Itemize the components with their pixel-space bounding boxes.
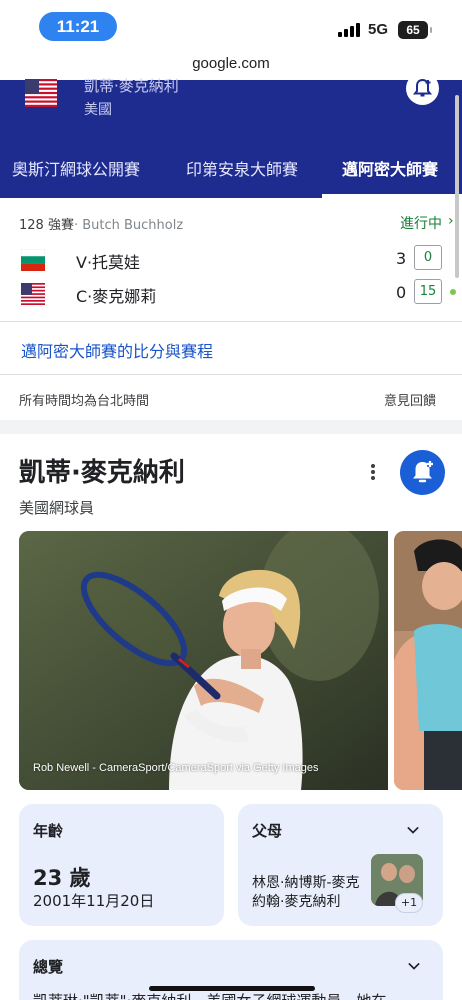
more-parents-badge[interactable]: +1 (395, 893, 423, 913)
status-bar: 11:21 5G 65 (0, 0, 462, 50)
age-value: 23 歲 (33, 866, 91, 890)
player-sets: 0 (396, 283, 407, 302)
tab-austin-open[interactable]: 奧斯汀網球公開賽 (12, 142, 140, 198)
entity-subtitle: 美國網球員 (19, 499, 95, 517)
player-photo[interactable] (394, 531, 462, 790)
tab-indian-wells[interactable]: 印第安泉大師賽 (186, 142, 298, 198)
url-bar[interactable]: google.com (0, 50, 462, 80)
page-title: 凱蒂·麥克納利 (19, 458, 185, 488)
banner-player-country: 美國 (84, 102, 112, 118)
follow-bell-button[interactable] (400, 450, 445, 495)
serving-indicator (450, 289, 456, 295)
player-game-score: 15 (414, 279, 442, 304)
cellular-signal-icon (338, 23, 362, 37)
parents-card[interactable]: 父母 林恩·納博斯-麥克 約翰·麥克納利 +1 (238, 804, 443, 926)
player-name: C·麥克娜莉 (76, 287, 157, 306)
parent-name: 林恩·納博斯-麥克 (252, 875, 360, 891)
umpire-name: · Butch Buchholz (73, 218, 184, 233)
divider (0, 374, 462, 375)
usa-flag-icon (21, 283, 45, 305)
tournament-tabs: 奧斯汀網球公開賽 印第安泉大師賽 邁阿密大師賽 (0, 142, 462, 198)
player-row[interactable]: V·托莫娃 3 0 (0, 245, 462, 275)
player-name: V·托莫娃 (76, 253, 141, 272)
tennis-player-image (19, 531, 388, 790)
round-label: 128 強賽 (19, 218, 74, 233)
birth-date: 2001年11月20日 (33, 892, 155, 910)
tab-miami-open[interactable]: 邁阿密大師賽 (342, 142, 438, 198)
overview-text: 凱蒂琳·"凱蒂"·麥克納利，美國女子網球運動員。她在 (33, 990, 453, 1000)
feedback-link[interactable]: 意見回饋 (384, 390, 436, 409)
scores-and-schedule-link[interactable]: 邁阿密大師賽的比分與賽程 (21, 338, 213, 362)
player-game-score: 0 (414, 245, 442, 270)
bulgaria-flag-icon (21, 249, 45, 271)
match-round: 128 強賽· Butch Buchholz (19, 214, 183, 233)
player-row[interactable]: C·麥克娜莉 0 15 (0, 279, 462, 309)
parent-name: 約翰·麥克納利 (252, 894, 341, 910)
overview-card-title: 總覽 (33, 958, 64, 976)
bell-plus-icon (413, 461, 433, 483)
age-card-title: 年齡 (33, 822, 64, 840)
timezone-note: 所有時間均為台北時間 (19, 394, 150, 409)
chevron-down-icon[interactable] (408, 960, 420, 972)
more-options-icon[interactable] (362, 460, 384, 484)
live-status[interactable]: 進行中 (400, 213, 442, 233)
parents-names: 林恩·納博斯-麥克 約翰·麥克納利 (252, 874, 368, 912)
photo-credit: Rob Newell - CameraSport/CameraSport via… (33, 762, 319, 774)
battery-icon: 65 (398, 21, 432, 39)
tennis-player-image (394, 531, 462, 790)
usa-flag-icon (25, 79, 57, 107)
divider (0, 321, 462, 322)
network-type: 5G (368, 21, 389, 38)
home-indicator[interactable] (149, 986, 315, 991)
follow-bell-button[interactable] (406, 72, 439, 105)
player-photo[interactable]: Rob Newell - CameraSport/CameraSport via… (19, 531, 388, 790)
chevron-down-icon[interactable] (407, 824, 419, 836)
status-time: 11:21 (39, 12, 117, 41)
player-sets: 3 (396, 249, 407, 268)
chevron-right-icon[interactable]: › (448, 213, 454, 229)
age-card[interactable]: 年齡 23 歲 2001年11月20日 (19, 804, 224, 926)
section-separator (0, 420, 462, 434)
overview-card[interactable]: 總覽 凱蒂琳·"凱蒂"·麥克納利，美國女子網球運動員。她在 (19, 940, 443, 1000)
active-tab-indicator (322, 194, 462, 198)
bell-plus-icon (412, 78, 433, 97)
parents-card-title: 父母 (252, 822, 283, 840)
banner-player-name: 凱蒂·麥克納利 (84, 77, 179, 95)
